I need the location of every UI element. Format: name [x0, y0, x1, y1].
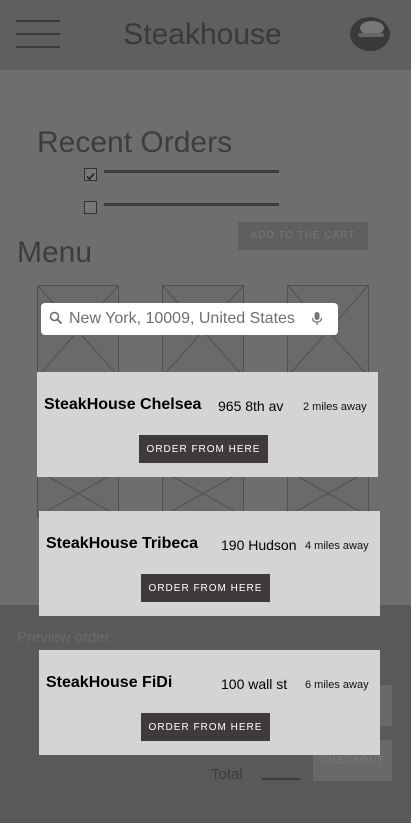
location-address: 190 Hudson	[221, 537, 297, 553]
menu-title: Menu	[17, 236, 93, 269]
image-placeholder-icon[interactable]	[37, 470, 119, 517]
app-title: Steakhouse	[123, 18, 282, 51]
recent-order-item-line	[104, 170, 279, 173]
image-placeholder-icon[interactable]	[287, 470, 369, 517]
checkmark-icon	[86, 172, 95, 181]
preview-order-label: Preview order	[17, 629, 110, 646]
location-search-bar[interactable]: New York, 10009, United States	[41, 303, 338, 335]
recent-order-checkbox-checked[interactable]	[84, 168, 97, 181]
location-name: SteakHouse Tribeca	[46, 535, 199, 552]
microphone-icon[interactable]	[310, 311, 324, 327]
location-card: SteakHouse FiDi 100 wall st 6 miles away…	[39, 650, 380, 755]
order-from-here-button[interactable]: ORDER FROM HERE	[139, 435, 268, 463]
recent-order-checkbox[interactable]	[84, 201, 97, 214]
location-card: SteakHouse Chelsea 965 8th av 2 miles aw…	[37, 372, 378, 477]
total-label: Total	[211, 766, 243, 783]
location-address: 965 8th av	[218, 398, 284, 414]
location-card: SteakHouse Tribeca 190 Hudson 4 miles aw…	[39, 511, 380, 616]
location-name: SteakHouse FiDi	[46, 674, 173, 691]
add-to-cart-button[interactable]: ADD TO THE CART	[238, 222, 368, 250]
search-input[interactable]: New York, 10009, United States	[69, 310, 295, 328]
location-distance: 2 miles away	[303, 401, 367, 413]
search-icon	[49, 311, 63, 325]
recent-orders-title: Recent Orders	[37, 126, 233, 159]
image-placeholder-icon[interactable]	[162, 470, 244, 517]
order-from-here-button[interactable]: ORDER FROM HERE	[141, 574, 270, 602]
order-from-here-button[interactable]: ORDER FROM HERE	[141, 713, 270, 741]
location-name: SteakHouse Chelsea	[44, 396, 202, 413]
location-distance: 6 miles away	[305, 679, 369, 691]
total-value-line	[262, 778, 300, 780]
location-distance: 4 miles away	[305, 540, 369, 552]
recent-order-item-line	[104, 203, 279, 206]
burger-icon[interactable]	[349, 16, 391, 52]
location-address: 100 wall st	[221, 676, 288, 692]
